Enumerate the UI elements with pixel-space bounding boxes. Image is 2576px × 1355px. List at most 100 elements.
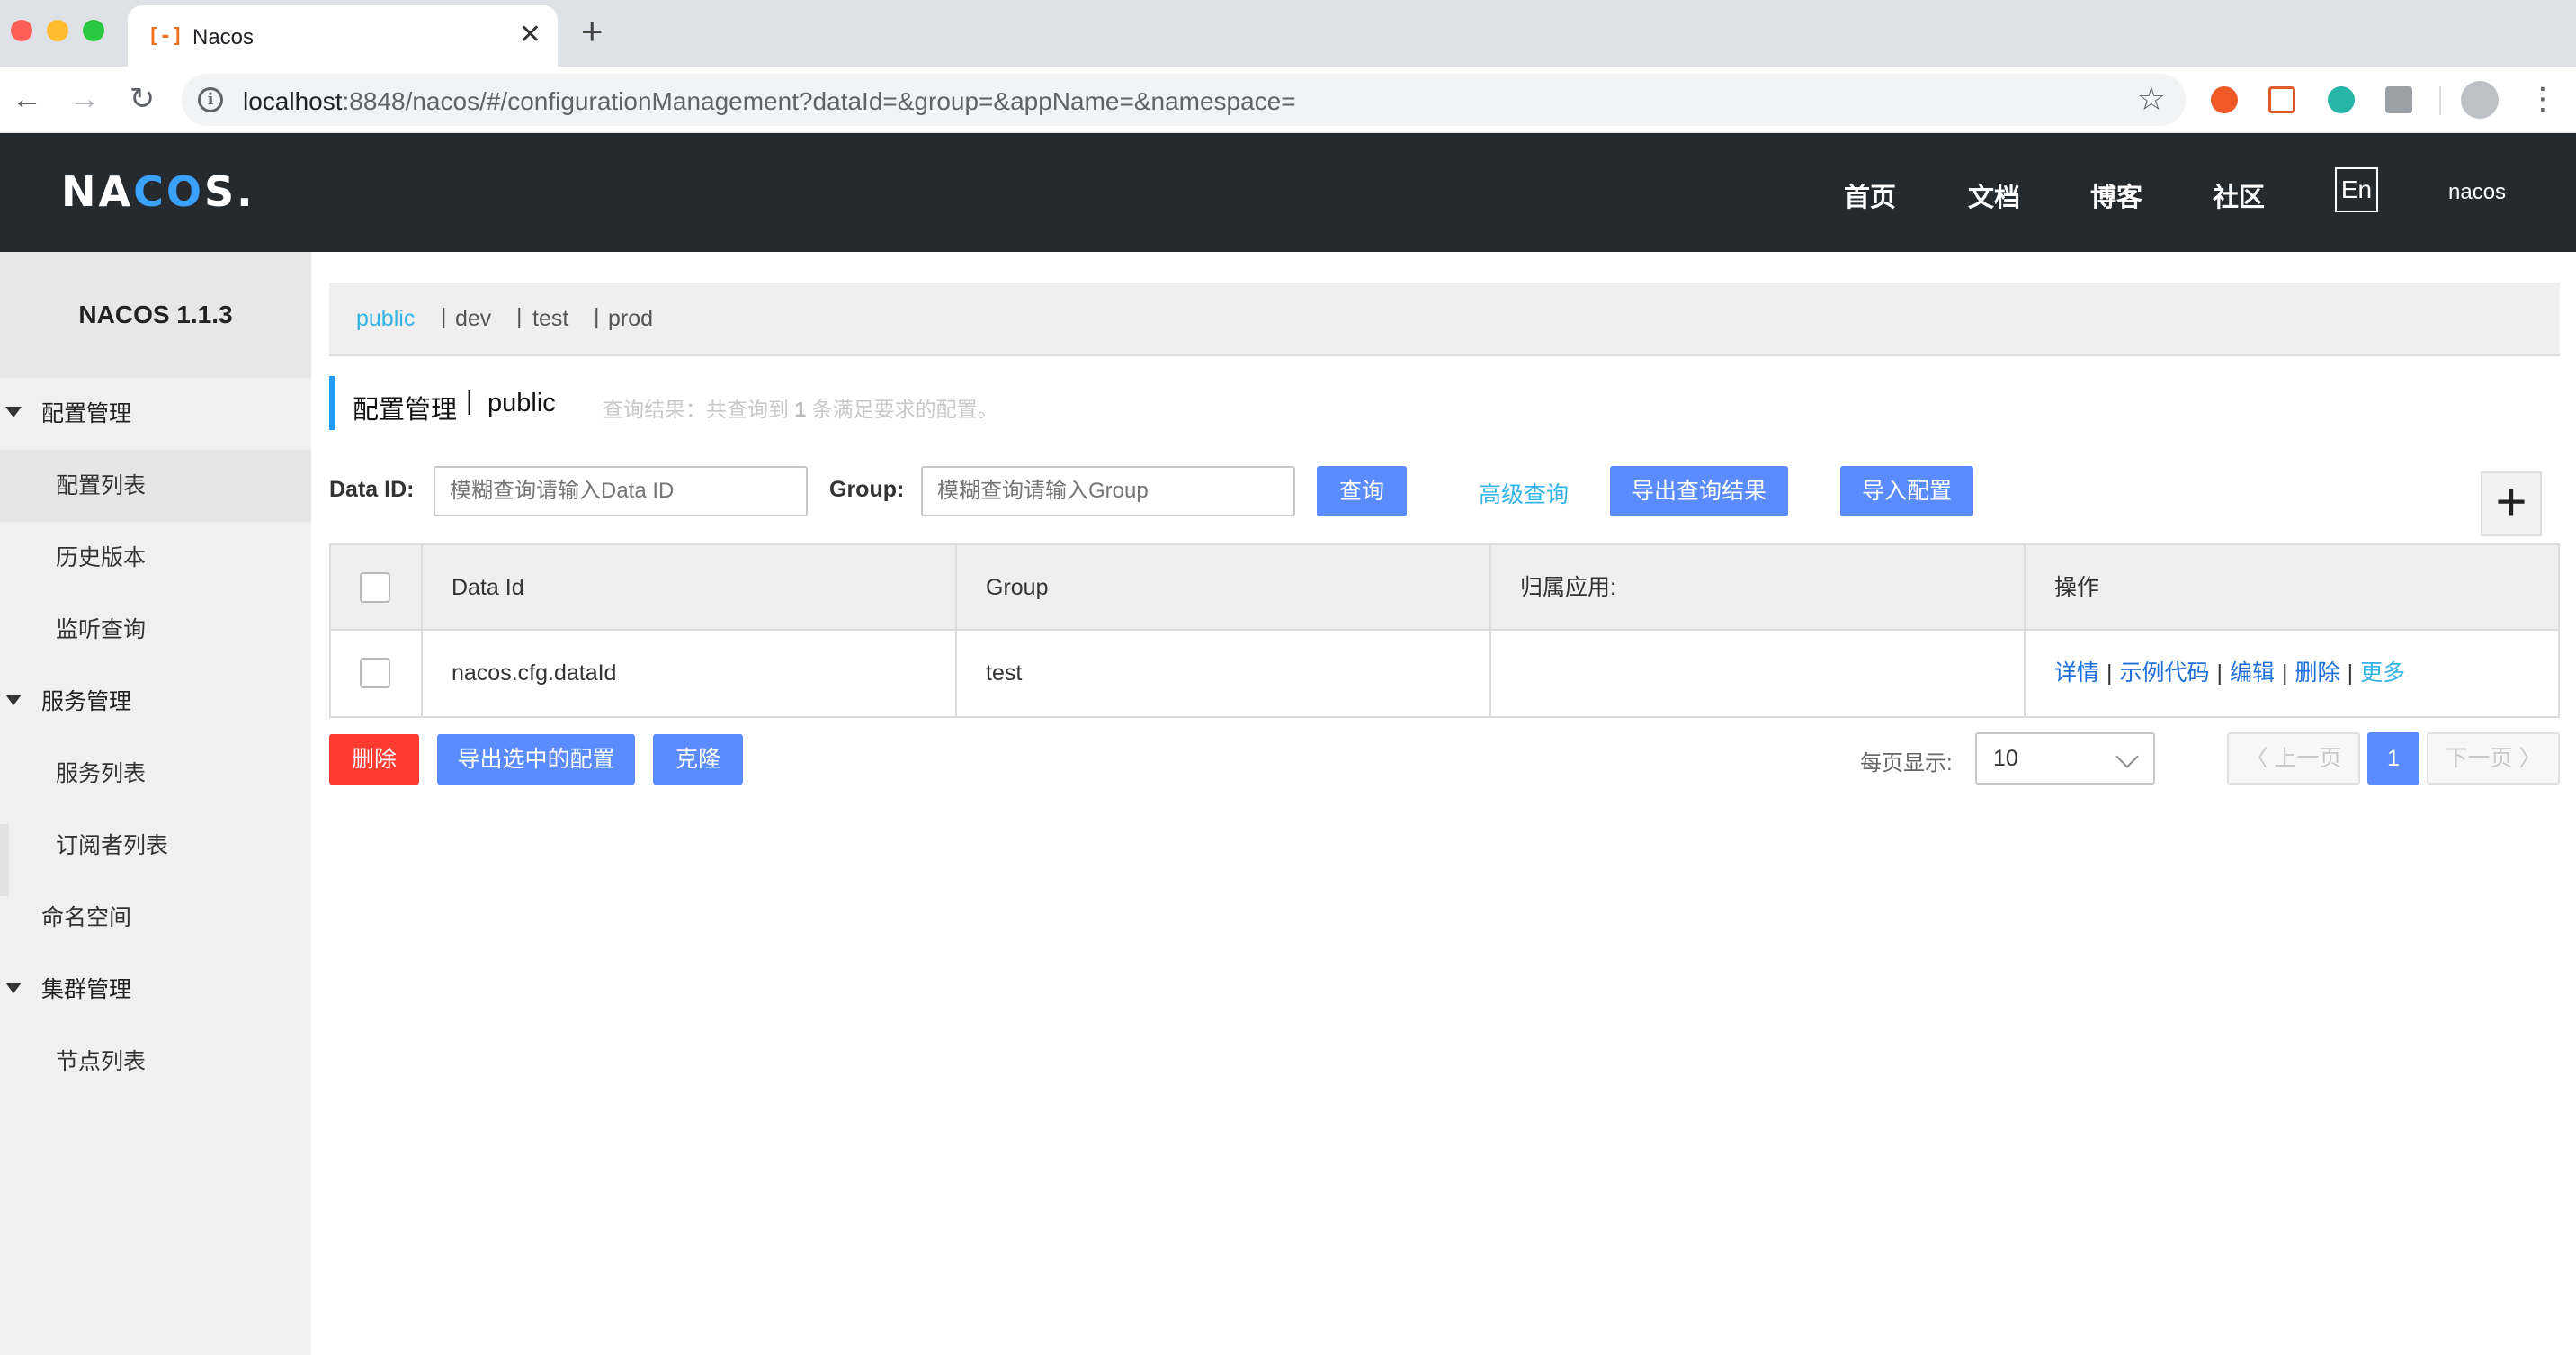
logo-text-prefix: NA [61, 167, 134, 216]
namespace-tab-public[interactable]: public [356, 306, 415, 332]
import-config-button[interactable]: 导入配置 [1840, 466, 1973, 516]
sidebar-item-subscriber-list[interactable]: 订阅者列表 [0, 810, 311, 882]
add-config-button[interactable]: + [2481, 471, 2542, 536]
sidebar-item-label: 节点列表 [56, 1049, 147, 1074]
sidebar-group-cluster[interactable]: 集群管理 [0, 954, 311, 1026]
namespace-tab-dev[interactable]: dev [455, 306, 491, 332]
detail-link[interactable]: 详情 [2054, 660, 2099, 686]
page-number-button[interactable]: 1 [2367, 732, 2419, 785]
sidebar-group-label: 集群管理 [41, 977, 132, 1002]
namespace-separator: | [594, 304, 600, 329]
sidebar-group-service[interactable]: 服务管理 [0, 666, 311, 738]
export-results-button[interactable]: 导出查询结果 [1610, 466, 1788, 516]
extension-icon-1[interactable] [2211, 86, 2238, 113]
group-label: Group: [829, 477, 905, 502]
new-tab-button[interactable]: + [581, 13, 604, 50]
address-bar[interactable]: i localhost:8848/nacos/#/configurationMa… [182, 74, 2186, 126]
sidebar-item-label: 命名空间 [41, 905, 132, 930]
prev-page-button[interactable]: 〈 上一页 [2227, 732, 2360, 785]
reload-icon[interactable]: ↻ [122, 79, 162, 119]
toolbar-divider [2439, 86, 2441, 115]
result-count: 1 [794, 398, 807, 421]
namespace-tab-test[interactable]: test [532, 306, 568, 332]
clone-button[interactable]: 克隆 [653, 734, 743, 785]
export-selected-button[interactable]: 导出选中的配置 [437, 734, 635, 785]
back-arrow-icon[interactable]: ← [7, 79, 47, 119]
page-size-value: 10 [1993, 746, 2018, 771]
extension-icon-2[interactable] [2268, 86, 2295, 113]
window-close-button[interactable] [11, 20, 32, 41]
header-select-cell [331, 545, 423, 631]
cell-actions: 详情 | 示例代码 | 编辑 | 删除 | 更多 [2026, 631, 2560, 716]
row-checkbox[interactable] [360, 658, 390, 688]
op-separator: | [2347, 660, 2354, 686]
nav-docs[interactable]: 文档 [1968, 176, 2020, 214]
sidebar-item-label: 订阅者列表 [56, 833, 169, 858]
window-maximize-button[interactable] [83, 20, 104, 41]
logo-text-suffix: S. [203, 167, 255, 216]
query-button[interactable]: 查询 [1317, 466, 1407, 516]
op-separator: | [2282, 660, 2288, 686]
tab-close-icon[interactable]: ✕ [519, 22, 541, 49]
profile-avatar-icon[interactable] [2461, 81, 2499, 119]
result-suffix: 条满足要求的配置。 [811, 398, 998, 421]
data-id-label: Data ID: [329, 477, 415, 502]
nacos-favicon-icon: [-] [148, 25, 183, 48]
config-table: Data Id Group 归属应用: 操作 nacos.cfg.dataId … [329, 543, 2560, 718]
column-header-app: 归属应用: [1491, 545, 2026, 631]
delete-selected-button[interactable]: 删除 [329, 734, 419, 785]
sidebar-item-history[interactable]: 历史版本 [0, 522, 311, 594]
group-input[interactable] [921, 466, 1295, 516]
sidebar-item-node-list[interactable]: 节点列表 [0, 1026, 311, 1098]
sidebar: NACOS 1.1.3 配置管理 配置列表 历史版本 监听查询 服务管理 服务列… [0, 252, 311, 1355]
sample-code-link[interactable]: 示例代码 [2120, 660, 2210, 686]
nav-home[interactable]: 首页 [1844, 176, 1896, 214]
data-id-input[interactable] [434, 466, 808, 516]
cell-app [1491, 631, 2026, 716]
extension-icon-4[interactable] [2385, 86, 2412, 113]
query-result-summary: 查询结果：共查询到 1 条满足要求的配置。 [603, 392, 998, 423]
browser-tab-strip: [-] Nacos ✕ + [0, 0, 2576, 67]
caret-down-icon [5, 407, 22, 417]
cell-group: test [957, 631, 1491, 716]
column-header-group: Group [957, 545, 1491, 631]
forward-arrow-icon[interactable]: → [65, 79, 104, 119]
sidebar-item-service-list[interactable]: 服务列表 [0, 738, 311, 810]
select-all-checkbox[interactable] [360, 572, 390, 603]
sidebar-item-config-list[interactable]: 配置列表 [0, 450, 311, 522]
sidebar-item-label: 服务列表 [56, 761, 147, 786]
advanced-query-link[interactable]: 高级查询 [1479, 477, 1569, 509]
sidebar-group-label: 服务管理 [41, 689, 132, 714]
extension-icon-3[interactable] [2328, 86, 2355, 113]
sidebar-item-label: 监听查询 [56, 617, 147, 642]
language-toggle-button[interactable]: En [2335, 167, 2378, 212]
browser-menu-icon[interactable]: ⋮ [2527, 79, 2558, 119]
bookmark-star-icon[interactable]: ☆ [2137, 83, 2166, 115]
app-header: NACOS. 首页 文档 博客 社区 En nacos [0, 133, 2576, 252]
site-info-icon[interactable]: i [198, 87, 223, 112]
logo-text-mid: CO [133, 167, 204, 216]
chevron-down-icon [2115, 745, 2139, 768]
search-row: Data ID: Group: 查询 高级查询 导出查询结果 导入配置 [329, 464, 2560, 518]
browser-tab[interactable]: [-] Nacos ✕ [128, 5, 558, 67]
op-separator: | [2106, 660, 2113, 686]
namespace-tab-prod[interactable]: prod [608, 306, 653, 332]
window-minimize-button[interactable] [47, 20, 68, 41]
url-host: localhost [243, 87, 343, 115]
sidebar-item-namespace[interactable]: 命名空间 [0, 882, 311, 954]
sidebar-group-config[interactable]: 配置管理 [0, 378, 311, 450]
page-size-select[interactable]: 10 [1975, 732, 2155, 785]
user-name[interactable]: nacos [2448, 180, 2506, 205]
url-text[interactable]: localhost:8848/nacos/#/configurationMana… [243, 87, 1296, 116]
more-link[interactable]: 更多 [2360, 660, 2405, 686]
edit-link[interactable]: 编辑 [2230, 660, 2275, 686]
nav-community[interactable]: 社区 [2213, 176, 2265, 214]
sidebar-item-label: 配置列表 [56, 473, 147, 498]
namespace-bar: public | dev | test | prod [329, 283, 2560, 356]
delete-link[interactable]: 删除 [2295, 660, 2340, 686]
nacos-logo[interactable]: NACOS. [61, 167, 255, 216]
next-page-button[interactable]: 下一页 〉 [2427, 732, 2560, 785]
nav-blog[interactable]: 博客 [2090, 176, 2142, 214]
cell-data-id: nacos.cfg.dataId [423, 631, 957, 716]
sidebar-item-listener[interactable]: 监听查询 [0, 594, 311, 666]
